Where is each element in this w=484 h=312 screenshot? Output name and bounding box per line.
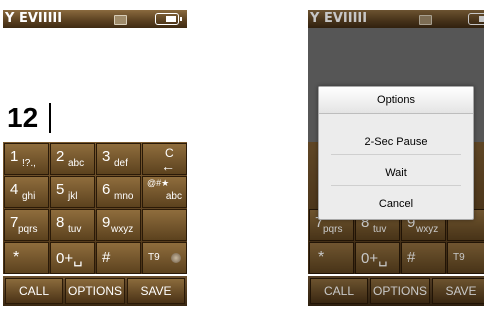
- dialer-screen: Y EVIIIII 12 1!?., 2 abc 3 def C ← 4 ghi 5 jk…: [3, 10, 187, 306]
- hash-key-dimmed: #: [401, 242, 446, 274]
- key-5[interactable]: 5 jkl: [50, 176, 95, 208]
- key-7[interactable]: 7 pqrs: [4, 209, 49, 241]
- key-6[interactable]: 6 mno: [96, 176, 141, 208]
- menu-item-wait[interactable]: Wait: [319, 162, 473, 184]
- battery-icon: [155, 13, 182, 25]
- key-0[interactable]: 0+␣: [50, 242, 95, 274]
- symbol-mode-key[interactable]: @#★ abc: [142, 176, 187, 208]
- key-3[interactable]: 3 def: [96, 143, 141, 175]
- star-key[interactable]: *: [4, 242, 49, 274]
- key-2[interactable]: 2 abc: [50, 143, 95, 175]
- battery-icon-dimmed: [468, 13, 484, 25]
- save-button[interactable]: SAVE: [127, 278, 185, 304]
- key-9[interactable]: 9 wxyz: [96, 209, 141, 241]
- signal-indicator-dimmed: Y EVIIIII: [310, 11, 368, 26]
- key-8[interactable]: 8 tuv: [50, 209, 95, 241]
- blank-key[interactable]: [142, 209, 187, 241]
- t9-key[interactable]: T9: [142, 242, 187, 274]
- save-button-dimmed: SAVE: [432, 278, 484, 304]
- star-key-dimmed: *: [309, 242, 354, 274]
- keypad: 1!?., 2 abc 3 def C ← 4 ghi 5 jkl 6 mno @#★ abc…: [3, 142, 187, 274]
- menu-item-cancel[interactable]: Cancel: [319, 193, 473, 215]
- softkey-bar: CALL OPTIONS SAVE: [3, 276, 187, 306]
- text-cursor: [49, 103, 51, 133]
- options-title: Options: [319, 87, 473, 114]
- clear-key[interactable]: C ←: [142, 143, 187, 175]
- options-button[interactable]: OPTIONS: [65, 278, 125, 304]
- key-0-dimmed: 0+␣: [355, 242, 400, 274]
- key-4[interactable]: 4 ghi: [4, 176, 49, 208]
- call-button-dimmed: CALL: [310, 278, 368, 304]
- call-button[interactable]: CALL: [5, 278, 63, 304]
- hash-key[interactable]: #: [96, 242, 141, 274]
- status-bar: Y EVIIIII: [3, 10, 187, 28]
- dial-display: 12: [3, 28, 187, 142]
- menu-divider: [331, 154, 461, 155]
- options-popup: Options 2-Sec Pause Wait Cancel: [318, 86, 474, 220]
- status-bar-dimmed: Y EVIIIII: [308, 10, 484, 28]
- softkey-bar-dimmed: CALL OPTIONS SAVE: [308, 276, 484, 306]
- options-button-dimmed: OPTIONS: [370, 278, 430, 304]
- menu-divider: [331, 185, 461, 186]
- message-icon-dimmed: [419, 15, 432, 25]
- t9-toggle-icon: [171, 253, 181, 263]
- menu-item-2-sec-pause[interactable]: 2-Sec Pause: [319, 131, 473, 153]
- message-icon: [114, 15, 127, 25]
- dialed-number: 12: [7, 102, 39, 133]
- t9-key-dimmed: T9: [447, 242, 484, 274]
- key-1[interactable]: 1!?.,: [4, 143, 49, 175]
- dialer-options-screen: Y EVIIIII 7 pqrs 8 tuv 9 wxyz * 0+␣ # T9 CA…: [308, 10, 484, 306]
- signal-indicator: Y EVIIIII: [5, 11, 63, 26]
